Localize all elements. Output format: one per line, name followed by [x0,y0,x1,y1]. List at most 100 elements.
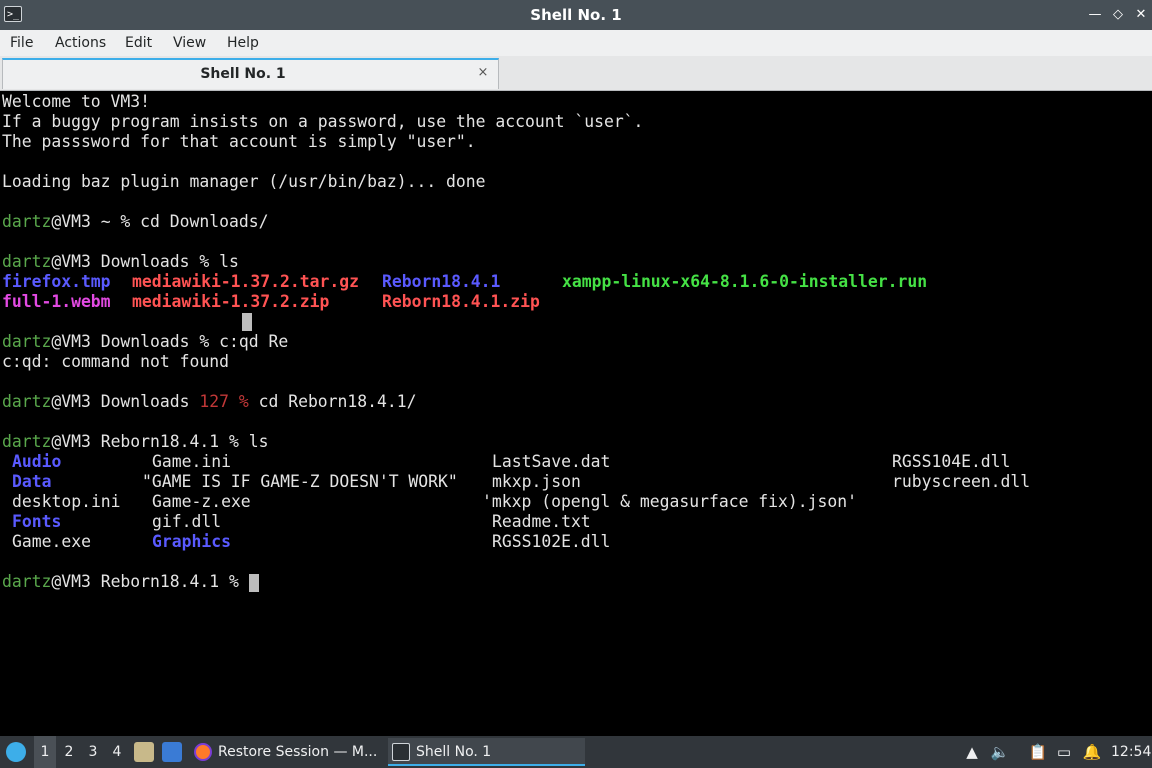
show-desktop-icon[interactable] [162,742,182,762]
maximize-button[interactable]: ◇ [1108,5,1128,25]
ls-entry: 'mkxp (opengl & megasurface fix).json' [482,492,857,511]
prompt-line: dartz@VM3 Reborn18.4.1 % ls [2,432,268,452]
prompt-dir: Downloads [90,392,200,411]
menu-edit[interactable]: Edit [125,30,152,56]
ls-entry: Graphics [152,532,231,551]
ls-row: full-1.webm mediawiki-1.37.2.zip Reborn1… [2,292,1142,312]
close-button[interactable]: ✕ [1131,5,1151,25]
prompt-host: @VM3 [51,212,91,231]
volume-icon[interactable]: 🔈 [990,742,1010,762]
ls-entry: mkxp.json [492,472,581,491]
firefox-icon [194,743,212,761]
prompt-user: dartz [2,332,52,351]
prompt-line: dartz@VM3 ~ % cd Downloads/ [2,212,268,232]
ls-row: desktop.ini Game-z.exe 'mkxp (opengl & m… [2,492,1142,512]
desktop-3[interactable]: 3 [82,736,104,768]
prompt-user: dartz [2,392,52,411]
ls-entry: "GAME IS IF GAME-Z DOESN'T WORK" [142,472,458,491]
mouse-text-cursor [242,313,252,331]
error-line: c:qd: command not found [2,352,229,371]
file-manager-icon[interactable] [134,742,154,762]
prompt-line: dartz@VM3 Downloads % c:qd Re [2,332,288,352]
prompt-user: dartz [2,432,52,451]
minimize-button[interactable]: — [1085,5,1105,25]
ls-entry: mediawiki-1.37.2.tar.gz [132,272,359,291]
desktop-4[interactable]: 4 [106,736,128,768]
prompt-host: @VM3 [51,432,91,451]
ls-row: Game.exe Graphics RGSS102E.dll [2,532,1142,552]
prompt-line: dartz@VM3 Downloads % ls [2,252,239,272]
taskbar: 1 2 3 4 Restore Session — M... Shell No.… [0,736,1152,768]
prompt-user: dartz [2,212,52,231]
ls-row: Data "GAME IS IF GAME-Z DOESN'T WORK" mk… [2,472,1142,492]
task-label: Restore Session — M... [218,744,378,760]
terminal-line: If a buggy program insists on a password… [2,112,644,131]
ls-entry: Game.exe [12,532,91,551]
ls-entry: Data [12,472,52,491]
ls-entry: Readme.txt [492,512,591,531]
prompt-line: dartz@VM3 Reborn18.4.1 % [2,572,259,592]
terminal-cursor [248,573,259,592]
terminal-icon [392,743,410,761]
tab-close-icon[interactable]: × [476,66,490,80]
ls-entry: Reborn18.4.1.zip [382,292,540,311]
command-text: c:qd Re [219,332,289,351]
command-text: ls [219,252,239,271]
application-launcher-icon[interactable] [6,742,26,762]
tab-bar: Shell No. 1 × [0,56,1152,91]
ls-entry: xampp-linux-x64-8.1.6-0-installer.run [562,272,928,291]
ls-entry: RGSS102E.dll [492,532,611,551]
ls-entry: mediawiki-1.37.2.zip [132,292,330,311]
terminal-line: Welcome to VM3! [2,92,151,111]
terminal-line: Loading baz plugin manager (/usr/bin/baz… [2,172,486,191]
prompt-dir: Downloads % [90,252,220,271]
ls-entry: firefox.tmp [2,272,111,291]
notifications-icon[interactable]: 🔔 [1082,742,1102,762]
prompt-dir: Downloads % [90,332,220,351]
menu-file[interactable]: File [10,30,33,56]
prompt-user: dartz [2,572,52,591]
window-titlebar: >_ Shell No. 1 — ◇ ✕ [0,0,1152,30]
ls-entry: gif.dll [152,512,222,531]
ls-entry: Game.ini [152,452,231,471]
ls-entry: full-1.webm [2,292,111,311]
command-text: cd Downloads/ [140,212,269,231]
prompt-line: dartz@VM3 Downloads 127 % cd Reborn18.4.… [2,392,417,412]
tab-shell-1[interactable]: Shell No. 1 × [2,58,499,89]
tray-expand-icon[interactable]: ▲ [962,742,982,762]
task-firefox[interactable]: Restore Session — M... [190,738,380,766]
ls-entry: LastSave.dat [492,452,611,471]
ls-entry: rubyscreen.dll [892,472,1031,491]
ls-entry: Fonts [12,512,62,531]
prompt-host: @VM3 [51,332,91,351]
menu-actions[interactable]: Actions [55,30,106,56]
desktop-1[interactable]: 1 [34,736,56,768]
exit-status: 127 % [199,392,249,411]
clipboard-icon[interactable]: 📋 [1028,742,1048,762]
clock[interactable]: 12:54 [1111,736,1151,768]
menu-view[interactable]: View [173,30,206,56]
prompt-host: @VM3 [51,392,91,411]
desktop-2[interactable]: 2 [58,736,80,768]
prompt-user: dartz [2,252,52,271]
command-text: ls [248,432,269,451]
prompt-dir: ~ % [90,212,141,231]
ls-entry: desktop.ini [12,492,121,511]
terminal-line: The passsword for that account is simply… [2,132,476,151]
ls-entry: Reborn18.4.1 [382,272,501,291]
menu-help[interactable]: Help [227,30,259,56]
command-text: cd Reborn18.4.1/ [248,392,417,411]
task-label: Shell No. 1 [416,744,492,760]
menu-bar: File Actions Edit View Help [0,30,1152,56]
ls-entry: Game-z.exe [152,492,251,511]
display-icon[interactable]: ▭ [1054,742,1074,762]
tab-label: Shell No. 1 [200,66,286,82]
ls-row: Fonts gif.dll Readme.txt [2,512,1142,532]
prompt-dir: Reborn18.4.1 % [90,432,249,451]
ls-entry: Audio [12,452,62,471]
ls-row: Audio Game.ini LastSave.dat RGSS104E.dll [2,452,1142,472]
prompt-host: @VM3 [51,252,91,271]
ls-row: firefox.tmp mediawiki-1.37.2.tar.gz Rebo… [2,272,1142,292]
task-shell[interactable]: Shell No. 1 [388,738,585,766]
terminal-output[interactable]: Welcome to VM3! If a buggy program insis… [0,91,1152,736]
